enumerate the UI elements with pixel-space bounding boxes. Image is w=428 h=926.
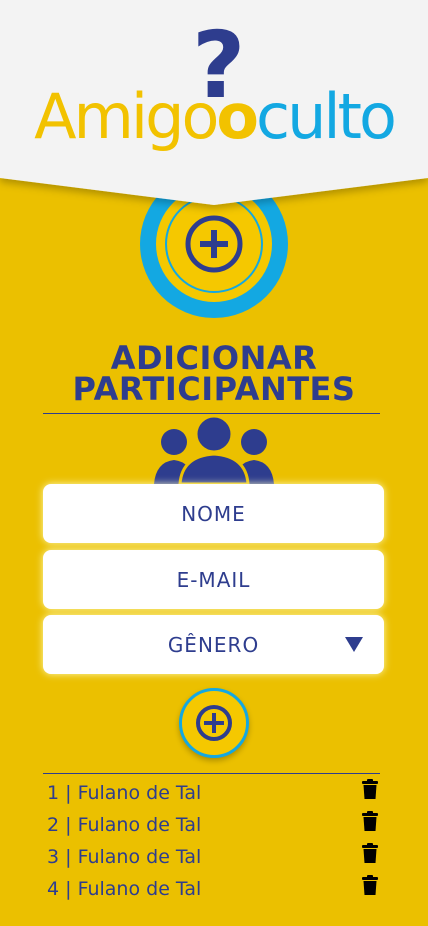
name-field[interactable]: NOME: [43, 484, 384, 543]
participant-label: 1 | Fulano de Tal: [47, 782, 202, 804]
email-field[interactable]: E-MAIL: [43, 550, 384, 609]
participant-label: 3 | Fulano de Tal: [47, 846, 202, 868]
title-line-2: PARTICIPANTES: [72, 370, 356, 408]
trash-icon[interactable]: [362, 843, 378, 863]
participant-label: 2 | Fulano de Tal: [47, 814, 202, 836]
app-logo: Amigooculto: [0, 82, 428, 152]
gender-select-label: GÊNERO: [167, 632, 260, 657]
list-item: 3 | Fulano de Tal: [43, 838, 380, 870]
list-item: 4 | Fulano de Tal: [43, 870, 380, 902]
add-participant-button[interactable]: [179, 688, 249, 758]
app-header: ? Amigooculto: [0, 0, 428, 215]
trash-icon[interactable]: [362, 875, 378, 895]
plus-circle-icon: [196, 705, 232, 741]
people-group-icon: [154, 414, 274, 484]
trash-icon[interactable]: [362, 779, 378, 799]
logo-word-culto: culto: [256, 80, 397, 153]
email-field-label: E-MAIL: [176, 567, 251, 592]
logo-word-amigo: Amigo: [34, 80, 219, 153]
page-title: ADICIONAR PARTICIPANTES: [0, 342, 428, 408]
list-item: 2 | Fulano de Tal: [43, 806, 380, 838]
list-item: 1 | Fulano de Tal: [43, 774, 380, 806]
participant-list: 1 | Fulano de Tal 2 | Fulano de Tal 3 | …: [43, 774, 380, 902]
participant-label: 4 | Fulano de Tal: [47, 878, 202, 900]
trash-icon[interactable]: [362, 811, 378, 831]
logo-letter-o: o: [216, 80, 259, 153]
gender-select[interactable]: GÊNERO: [43, 615, 384, 674]
name-field-label: NOME: [181, 501, 246, 526]
caret-down-icon[interactable]: [345, 637, 363, 652]
